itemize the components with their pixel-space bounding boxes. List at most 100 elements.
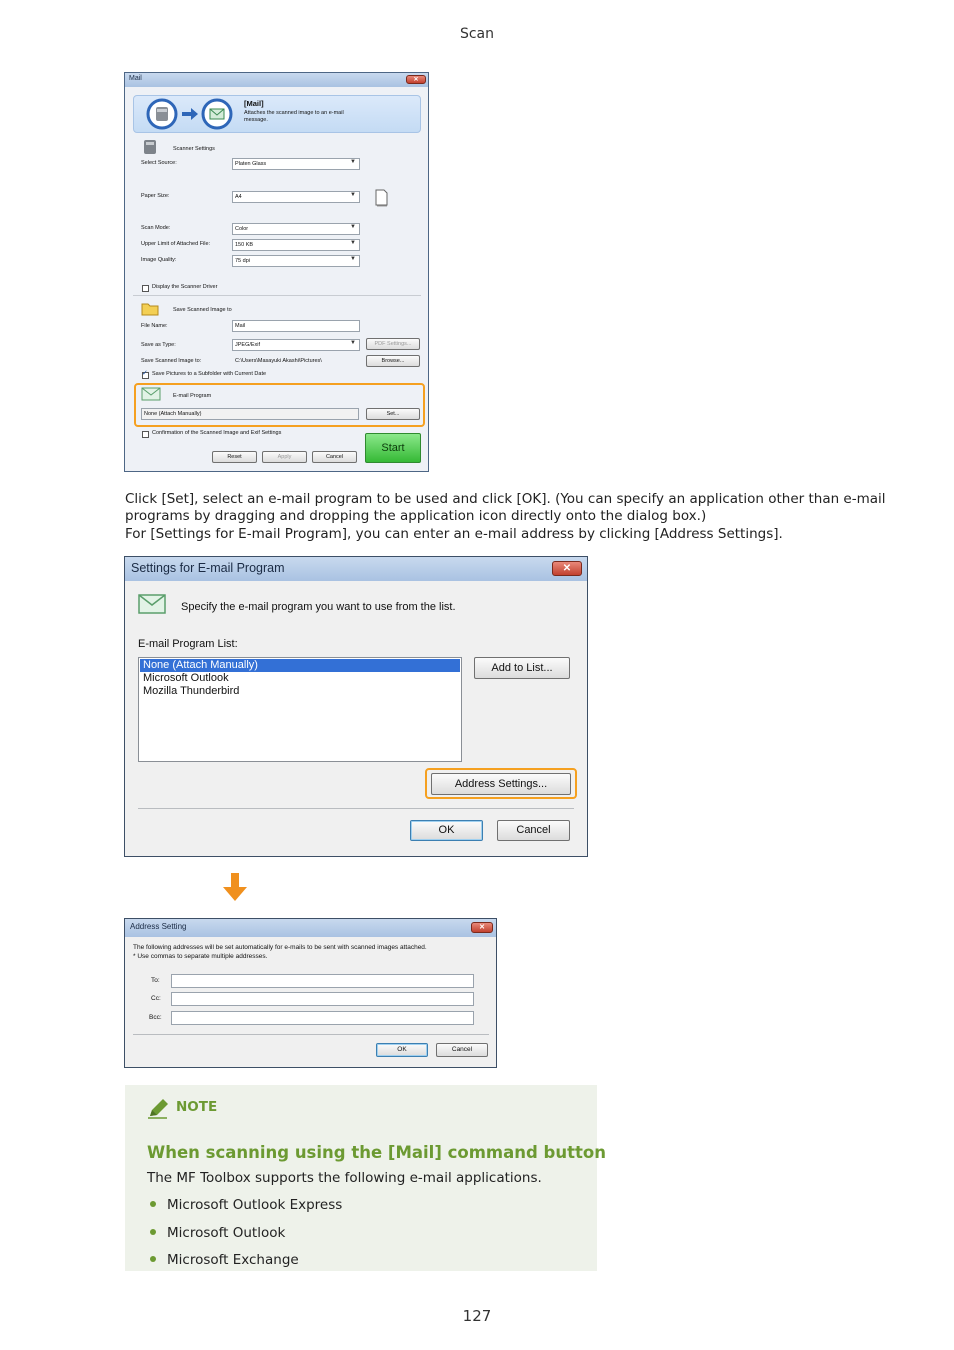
close-icon[interactable]: ✕ [406, 75, 426, 84]
browse-button[interactable]: Browse... [366, 355, 420, 367]
scan-mode-label: Scan Mode: [141, 225, 171, 231]
reset-button[interactable]: Reset [212, 451, 257, 463]
cancel-button[interactable]: Cancel [312, 451, 357, 463]
program-list[interactable]: None (Attach Manually) Microsoft Outlook… [138, 657, 462, 762]
save-as-type-value: JPEG/Exif [235, 342, 261, 348]
arrow-right-icon [182, 108, 198, 120]
paper-size-label: Paper Size: [141, 193, 170, 199]
address-dialog-title: Address Setting [130, 922, 187, 931]
divider [138, 808, 574, 809]
note-label: NOTE [176, 1099, 218, 1115]
mail-icon [201, 98, 233, 130]
settings-prompt: Specify the e-mail program you want to u… [181, 601, 456, 613]
chevron-down-icon: ▼ [350, 224, 356, 230]
list-item-text: Microsoft Outlook [167, 1225, 286, 1241]
cc-label: Cc: [151, 995, 161, 1002]
to-input[interactable] [171, 974, 474, 988]
page-number: 127 [462, 1307, 492, 1325]
mail-dialog: Mail ✕ [Mail] Attaches the scanned image… [124, 72, 429, 472]
program-option-none[interactable]: None (Attach Manually) [140, 659, 460, 672]
bullet-icon [150, 1201, 156, 1207]
display-driver-label: Display the Scanner Driver [152, 284, 218, 290]
save-to-input[interactable]: C:\Users\Masayuki Akashi\Pictures\ [232, 355, 360, 367]
bullet-icon [150, 1256, 156, 1262]
save-as-type-label: Save as Type: [141, 342, 176, 348]
scanner-icon [146, 98, 178, 130]
chevron-down-icon: ▼ [350, 340, 356, 346]
upper-limit-combo[interactable]: 150 KB ▼ [232, 239, 360, 251]
cancel-button[interactable]: Cancel [436, 1043, 488, 1057]
cancel-button[interactable]: Cancel [497, 820, 570, 841]
address-dialog: Address Setting ✕ The following addresse… [124, 918, 497, 1068]
image-quality-label: Image Quality: [141, 257, 177, 263]
mail-banner: [Mail] Attaches the scanned image to an … [133, 95, 421, 133]
ok-button[interactable]: OK [376, 1043, 428, 1057]
address-desc-1: The following addresses will be set auto… [133, 944, 427, 951]
program-list-label: E-mail Program List: [138, 638, 238, 650]
arrow-down-icon [223, 873, 247, 901]
bcc-label: Bcc: [149, 1014, 162, 1021]
cc-input[interactable] [171, 992, 474, 1006]
divider [133, 1034, 489, 1035]
mail-dialog-title: Mail [129, 75, 142, 82]
banner-desc-1: Attaches the scanned image to an e-mail [244, 110, 344, 116]
chevron-down-icon: ▼ [350, 159, 356, 165]
scanner-settings-icon [144, 140, 156, 154]
program-option-outlook[interactable]: Microsoft Outlook [143, 672, 229, 685]
save-to-label: Save Scanned Image to: [141, 358, 202, 364]
chevron-down-icon: ▼ [350, 240, 356, 246]
apply-button[interactable]: Apply [262, 451, 307, 463]
select-source-label: Select Source: [141, 160, 177, 166]
list-item: Microsoft Exchange [150, 1252, 299, 1268]
paper-size-combo[interactable]: A4 ▼ [232, 191, 360, 203]
instruction-line-3: For [Settings for E-mail Program], you c… [125, 526, 783, 542]
save-as-type-combo[interactable]: JPEG/Exif ▼ [232, 339, 360, 351]
address-settings-button[interactable]: Address Settings... [431, 773, 571, 795]
email-program-field: None (Attach Manually) [141, 408, 359, 420]
subfolder-label: Save Pictures to a Subfolder with Curren… [152, 371, 267, 377]
instruction-line-1: Click [Set], select an e-mail program to… [125, 491, 886, 507]
email-program-icon [141, 387, 161, 401]
program-option-thunderbird[interactable]: Mozilla Thunderbird [143, 685, 239, 698]
divider [133, 295, 421, 296]
pdf-settings-button[interactable]: PDF Settings... [366, 338, 420, 350]
select-source-combo[interactable]: Platen Glass ▼ [232, 158, 360, 170]
upper-limit-label: Upper Limit of Attached File: [141, 241, 211, 247]
bcc-input[interactable] [171, 1011, 474, 1025]
scanner-settings-header: Scanner Settings [173, 146, 215, 152]
confirmation-checkbox[interactable] [142, 431, 149, 438]
pencil-icon [148, 1099, 168, 1119]
note-text: The MF Toolbox supports the following e-… [147, 1170, 542, 1186]
bullet-icon [150, 1229, 156, 1235]
note-box: NOTE When scanning using the [Mail] comm… [125, 1085, 606, 1271]
banner-title: [Mail] [244, 99, 264, 108]
save-scanned-header: Save Scanned Image to [173, 307, 232, 313]
confirmation-label: Confirmation of the Scanned Image and Ex… [152, 430, 282, 436]
checkmark-icon: ✓ [142, 369, 148, 377]
email-program-header: E-mail Program [173, 393, 212, 399]
note-title: When scanning using the [Mail] command b… [147, 1143, 606, 1162]
paper-size-value: A4 [235, 194, 242, 200]
save-to-value: C:\Users\Masayuki Akashi\Pictures\ [235, 358, 322, 364]
file-name-value: Mail [235, 323, 246, 329]
close-icon[interactable]: ✕ [471, 922, 493, 933]
settings-dialog-titlebar: Settings for E-mail Program ✕ [125, 557, 587, 581]
display-driver-checkbox[interactable] [142, 285, 149, 292]
ok-button[interactable]: OK [410, 820, 483, 841]
image-quality-combo[interactable]: 75 dpi ▼ [232, 255, 360, 267]
mail-dialog-titlebar: Mail ✕ [125, 73, 428, 87]
settings-dialog-title: Settings for E-mail Program [131, 561, 285, 575]
file-name-input[interactable]: Mail [232, 320, 360, 332]
set-button[interactable]: Set... [366, 408, 420, 420]
scan-mode-combo[interactable]: Color ▼ [232, 223, 360, 235]
start-button[interactable]: Start [365, 433, 421, 463]
banner-desc-2: message. [244, 117, 268, 123]
scan-mode-value: Color [235, 226, 249, 232]
address-desc-2: * Use commas to separate multiple addres… [133, 953, 268, 960]
list-item: Microsoft Outlook [150, 1225, 285, 1241]
file-name-label: File Name: [141, 323, 168, 329]
list-item-text: Microsoft Outlook Express [167, 1197, 343, 1213]
add-to-list-button[interactable]: Add to List... [474, 657, 570, 679]
paper-icon [375, 189, 388, 207]
close-icon[interactable]: ✕ [552, 561, 582, 576]
